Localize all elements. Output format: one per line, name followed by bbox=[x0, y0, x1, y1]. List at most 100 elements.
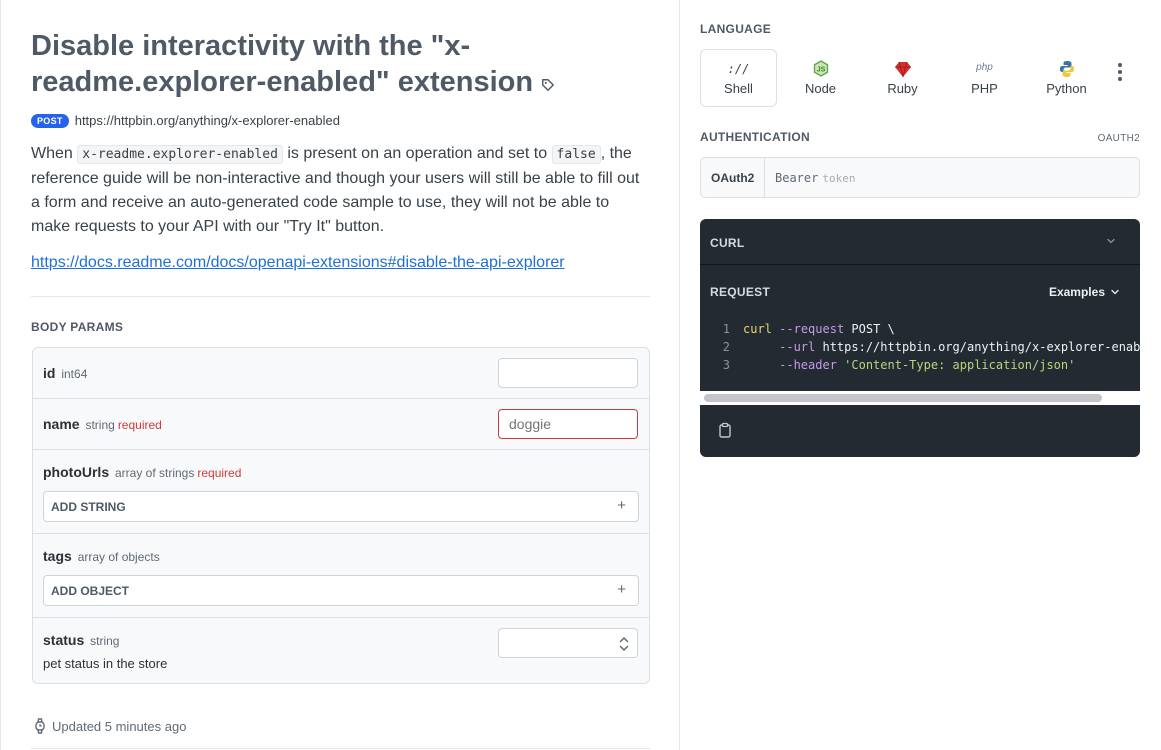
language-label: Ruby bbox=[887, 81, 918, 96]
param-row-tags: tags array of objects ADD OBJECT + bbox=[33, 534, 649, 618]
line-number: 3 bbox=[722, 358, 730, 372]
svg-text:JS: JS bbox=[816, 67, 825, 74]
body-params-heading: BODY PARAMS bbox=[31, 320, 124, 334]
scrollbar-thumb[interactable] bbox=[704, 394, 1102, 402]
updated-text: Updated 5 minutes ago bbox=[52, 718, 187, 734]
bearer-prefix: Bearer bbox=[775, 171, 819, 185]
auth-type-label: OAuth2 bbox=[701, 158, 765, 197]
endpoint-description: When x-readme.explorer-enabled is presen… bbox=[31, 142, 646, 239]
token-placeholder: token bbox=[822, 172, 856, 185]
page-title-text: Disable interactivity with the "x-readme… bbox=[31, 30, 534, 98]
examples-label: Examples bbox=[1048, 285, 1105, 299]
param-name: name bbox=[43, 416, 80, 432]
param-type: string bbox=[85, 418, 115, 432]
param-row-photourls: photoUrls array of strings required ADD S… bbox=[33, 450, 649, 534]
language-heading: LANGUAGE bbox=[700, 22, 772, 36]
node-icon: JS bbox=[813, 60, 828, 77]
code-block: 1 curl --request POST \ 2 --url https://ht… bbox=[700, 320, 1140, 374]
plus-icon: + bbox=[617, 581, 626, 598]
param-type: array of strings bbox=[115, 466, 195, 480]
language-label: Shell bbox=[724, 81, 753, 96]
param-row-id: id int64 bbox=[33, 348, 649, 399]
param-name: photoUrls bbox=[43, 464, 110, 480]
language-label: Node bbox=[804, 81, 837, 96]
copy-button[interactable] bbox=[718, 422, 732, 443]
auth-field: OAuth2 Bearer token bbox=[700, 157, 1140, 198]
authentication-heading: AUTHENTICATION bbox=[700, 130, 810, 144]
param-label: photoUrls array of strings required bbox=[43, 464, 241, 480]
code-scrollbar[interactable] bbox=[700, 391, 1140, 405]
chevron-down-icon bbox=[1107, 238, 1115, 244]
language-tab-php[interactable]: php PHP bbox=[946, 49, 1023, 107]
inline-code: false bbox=[551, 145, 601, 164]
param-name: tags bbox=[43, 548, 72, 564]
language-tab-shell[interactable]: :// Shell bbox=[700, 49, 777, 107]
auth-token-input[interactable]: Bearer token bbox=[765, 158, 855, 197]
code-line: 1 curl --request POST \ bbox=[700, 320, 1140, 338]
line-number: 2 bbox=[722, 340, 730, 354]
language-label: PHP bbox=[971, 81, 998, 96]
code-line: 3 --header 'Content-Type: application/js… bbox=[700, 356, 1140, 374]
description-text: When bbox=[31, 145, 78, 162]
add-string-button[interactable]: ADD STRING + bbox=[43, 491, 639, 522]
code-line: 2 --url https://httpbin.org/anything/x-e… bbox=[700, 338, 1140, 356]
code-token: --url bbox=[779, 340, 816, 354]
line-number: 1 bbox=[722, 322, 730, 336]
description-text: is present on an operation and set to bbox=[282, 145, 552, 162]
code-token: 'Content-Type: application/json' bbox=[844, 358, 1076, 372]
param-description: pet status in the store bbox=[43, 656, 168, 671]
curl-title: CURL bbox=[710, 236, 745, 250]
watch-icon bbox=[35, 718, 45, 734]
param-name: status bbox=[43, 632, 85, 648]
tag-icon[interactable] bbox=[541, 65, 555, 101]
docs-link[interactable]: https://docs.readme.com/docs/openapi-ext… bbox=[31, 254, 565, 272]
param-label: status string bbox=[43, 632, 119, 648]
required-label: required bbox=[117, 418, 162, 432]
add-string-label: ADD STRING bbox=[51, 500, 126, 514]
examples-dropdown[interactable]: Examples bbox=[1049, 285, 1120, 299]
auth-scheme-badge: OAUTH2 bbox=[1097, 133, 1140, 144]
clipboard-icon bbox=[719, 422, 731, 438]
select-chevron-icon bbox=[619, 637, 629, 651]
shell-icon: :// bbox=[727, 62, 750, 76]
divider bbox=[31, 296, 650, 297]
method-badge: POST bbox=[31, 113, 69, 128]
code-token: POST \ bbox=[851, 322, 895, 336]
inline-code: x-readme.explorer-enabled bbox=[77, 145, 283, 164]
page-title: Disable interactivity with the "x-readme… bbox=[31, 28, 591, 101]
python-icon bbox=[1059, 61, 1074, 77]
code-sample-card: CURL REQUEST Examples 1 curl --request PO… bbox=[700, 219, 1140, 457]
param-type: int64 bbox=[61, 367, 88, 381]
ruby-icon bbox=[894, 61, 911, 78]
plus-icon: + bbox=[617, 497, 626, 514]
language-tab-python[interactable]: Python bbox=[1028, 49, 1105, 107]
code-token: curl bbox=[743, 322, 772, 336]
php-icon: php bbox=[976, 62, 993, 73]
chevron-down-icon bbox=[1111, 289, 1119, 295]
param-type: string bbox=[90, 634, 120, 648]
param-type: array of objects bbox=[77, 550, 160, 564]
endpoint-row: POST https://httpbin.org/anything/x-expl… bbox=[31, 113, 340, 128]
code-token: https://httpbin.org/anything/x-explorer-… bbox=[822, 340, 1140, 354]
language-tab-ruby[interactable]: Ruby bbox=[864, 49, 941, 107]
name-input[interactable] bbox=[498, 409, 638, 439]
curl-header[interactable]: CURL bbox=[700, 219, 1140, 265]
request-heading: REQUEST bbox=[710, 285, 771, 299]
required-label: required bbox=[197, 466, 242, 480]
id-input[interactable] bbox=[498, 358, 638, 388]
updated-timestamp: Updated 5 minutes ago bbox=[34, 718, 186, 734]
language-tab-node[interactable]: JS Node bbox=[782, 49, 859, 107]
add-object-label: ADD OBJECT bbox=[51, 584, 130, 598]
param-row-status: status string pet status in the store bbox=[33, 618, 649, 683]
code-sidebar: LANGUAGE :// Shell JS Node Ruby php PHP … bbox=[680, 0, 1161, 750]
divider bbox=[31, 748, 650, 749]
param-label: name string required bbox=[43, 416, 162, 432]
language-picker: :// Shell JS Node Ruby php PHP Python bbox=[700, 49, 1110, 107]
status-select[interactable] bbox=[498, 628, 638, 658]
more-languages-icon[interactable] bbox=[1110, 60, 1130, 88]
add-object-button[interactable]: ADD OBJECT + bbox=[43, 575, 639, 606]
param-name: id bbox=[43, 365, 56, 381]
code-token: --header bbox=[779, 358, 837, 372]
endpoint-url: https://httpbin.org/anything/x-explorer-… bbox=[74, 113, 340, 128]
language-label: Python bbox=[1046, 81, 1087, 96]
